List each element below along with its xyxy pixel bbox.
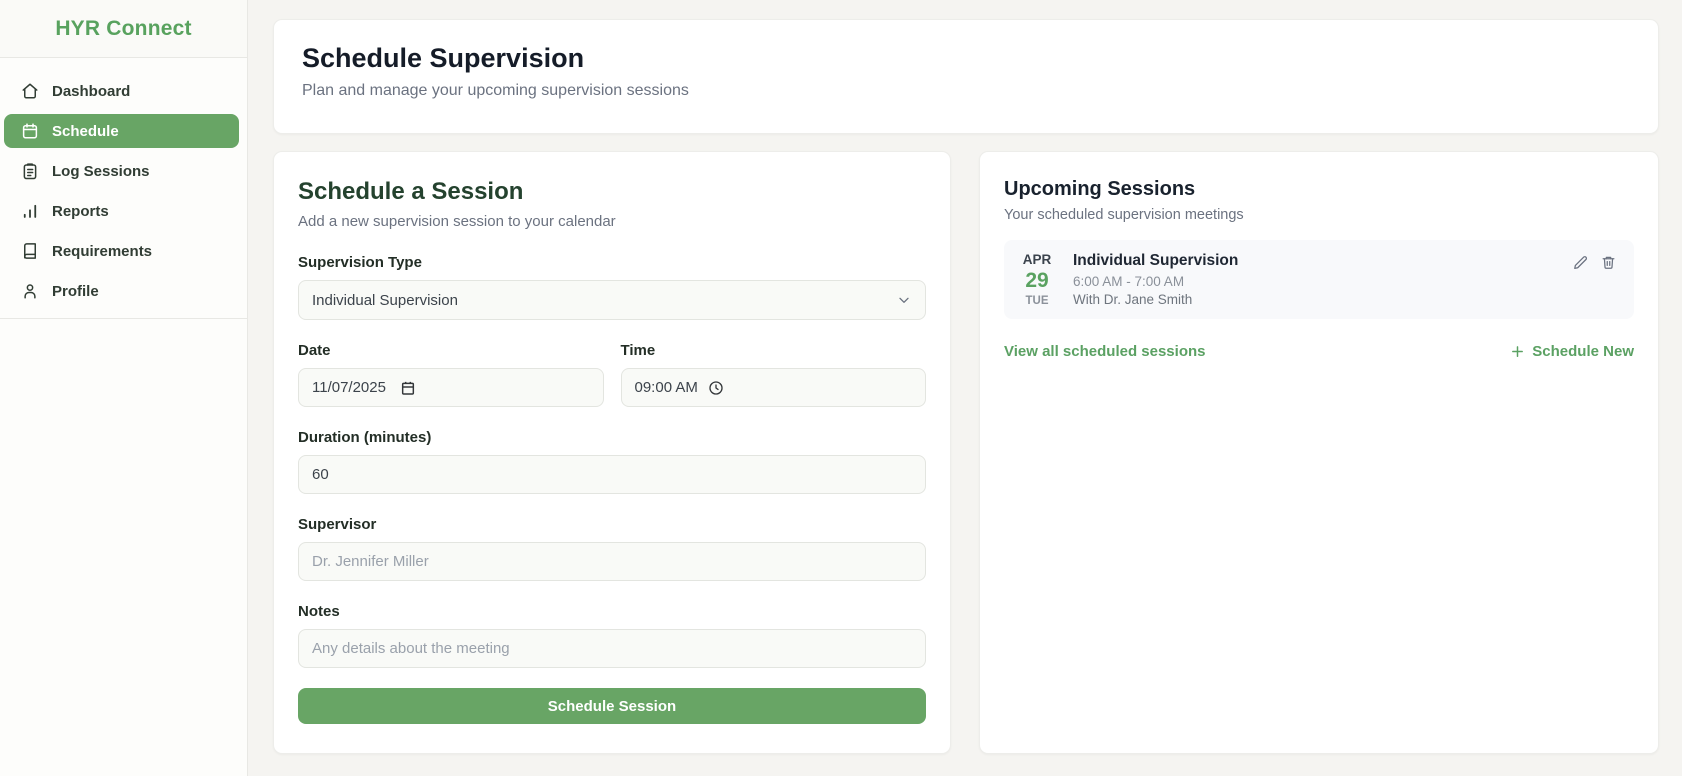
session-day: 29	[1025, 269, 1049, 292]
date-time-row: Date 11/07/2025 Time 09:00 AM	[298, 342, 926, 407]
schedule-session-button[interactable]: Schedule Session	[298, 688, 926, 724]
session-weekday: TUE	[1025, 295, 1049, 307]
sidebar-item-label: Schedule	[52, 122, 119, 140]
date-value: 11/07/2025	[312, 379, 386, 396]
sidebar-item-label: Reports	[52, 202, 109, 220]
date-label: Date	[298, 342, 331, 359]
upcoming-sessions-card: Upcoming Sessions Your scheduled supervi…	[979, 151, 1659, 754]
upcoming-title: Upcoming Sessions	[1004, 178, 1196, 200]
plus-icon	[1512, 346, 1524, 357]
user-icon	[24, 284, 36, 299]
chevron-down-icon	[899, 297, 909, 303]
date-field-group: Date 11/07/2025	[298, 342, 604, 407]
main-content: Schedule Supervision Plan and manage you…	[248, 0, 1682, 776]
session-month: APR	[1022, 252, 1052, 267]
sidebar-nav: Dashboard Schedule Log Sessions Reports …	[0, 58, 247, 319]
home-icon	[22, 83, 38, 99]
session-info: Individual Supervision 6:00 AM - 7:00 AM…	[1073, 252, 1238, 307]
content-row: Schedule a Session Add a new supervision…	[273, 151, 1659, 754]
sidebar-item-label: Dashboard	[52, 82, 131, 100]
form-subtitle: Add a new supervision session to your ca…	[298, 213, 616, 230]
supervisor-label: Supervisor	[298, 516, 377, 533]
time-value: 09:00 AM	[634, 379, 698, 396]
time-input[interactable]: 09:00 AM	[620, 368, 926, 407]
clock-icon	[709, 380, 723, 395]
duration-label: Duration (minutes)	[298, 429, 432, 446]
session-actions	[1573, 255, 1616, 270]
bar-chart-icon	[23, 204, 37, 218]
sidebar: HYR Connect Dashboard Schedule Log Sessi…	[0, 0, 248, 776]
date-input[interactable]: 11/07/2025	[298, 368, 604, 407]
calendar-icon	[22, 123, 38, 139]
supervisor-input[interactable]	[298, 542, 926, 581]
sidebar-item-log-sessions[interactable]: Log Sessions	[4, 154, 239, 188]
page-title: Schedule Supervision	[302, 43, 585, 73]
sidebar-item-label: Log Sessions	[52, 162, 150, 180]
sidebar-item-label: Profile	[52, 282, 99, 300]
schedule-new-link[interactable]: Schedule New	[1510, 343, 1634, 360]
notes-field: Notes	[298, 603, 926, 668]
upcoming-subtitle: Your scheduled supervision meetings	[1004, 207, 1244, 223]
time-label: Time	[620, 342, 656, 359]
view-all-sessions-link[interactable]: View all scheduled sessions	[1004, 343, 1205, 360]
calendar-picker-icon	[401, 381, 415, 395]
duration-input[interactable]	[298, 455, 926, 494]
supervision-type-select[interactable]: Individual Supervision	[298, 280, 926, 320]
supervision-type-value: Individual Supervision	[312, 291, 458, 309]
session-time-range: 6:00 AM - 7:00 AM	[1073, 274, 1185, 289]
sidebar-item-reports[interactable]: Reports	[4, 194, 239, 228]
form-title: Schedule a Session	[298, 178, 524, 205]
book-icon	[24, 243, 36, 259]
schedule-new-label: Schedule New	[1532, 343, 1634, 360]
brand-logo: HYR Connect	[0, 0, 247, 58]
page-header: Schedule Supervision Plan and manage you…	[273, 19, 1659, 134]
duration-field: Duration (minutes)	[298, 429, 926, 494]
time-field-group: Time 09:00 AM	[620, 342, 926, 407]
sidebar-item-schedule[interactable]: Schedule	[4, 114, 239, 148]
sidebar-item-profile[interactable]: Profile	[4, 274, 239, 308]
trash-icon	[1602, 256, 1615, 269]
session-date-block: APR 29 TUE	[1018, 252, 1056, 307]
session-list-item: APR 29 TUE Individual Supervision 6:00 A…	[1004, 240, 1634, 319]
sidebar-item-requirements[interactable]: Requirements	[4, 234, 239, 268]
delete-session-button[interactable]	[1601, 255, 1616, 270]
sidebar-item-dashboard[interactable]: Dashboard	[4, 74, 239, 108]
session-supervisor: With Dr. Jane Smith	[1073, 292, 1193, 307]
notes-input[interactable]	[298, 629, 926, 668]
edit-session-button[interactable]	[1573, 255, 1588, 270]
supervision-type-field: Supervision Type Individual Supervision	[298, 254, 926, 320]
supervisor-field: Supervisor	[298, 516, 926, 581]
session-title: Individual Supervision	[1073, 252, 1239, 269]
schedule-form-card: Schedule a Session Add a new supervision…	[273, 151, 951, 754]
panel-links-row: View all scheduled sessions Schedule New	[1004, 343, 1634, 360]
notes-label: Notes	[298, 603, 340, 620]
supervision-type-label: Supervision Type	[298, 254, 422, 271]
page-subtitle: Plan and manage your upcoming supervisio…	[302, 82, 689, 99]
sidebar-item-label: Requirements	[52, 242, 153, 260]
pencil-icon	[1574, 256, 1588, 269]
clipboard-icon	[23, 163, 37, 180]
